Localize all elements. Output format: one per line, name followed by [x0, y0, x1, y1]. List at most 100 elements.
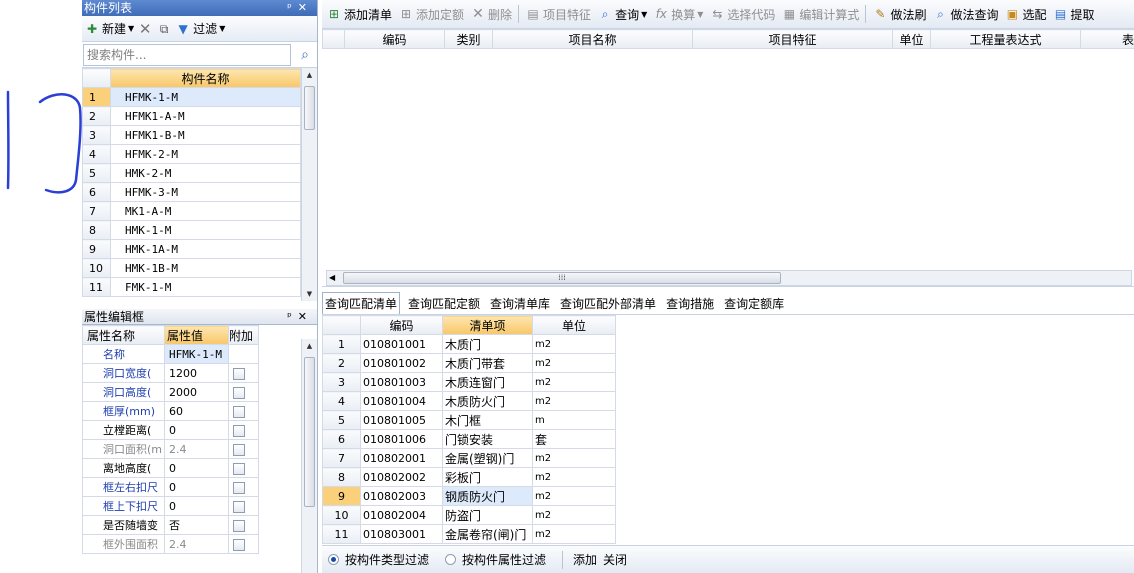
close-icon[interactable]: ✕ [298, 310, 313, 323]
attach-checkbox[interactable] [233, 500, 245, 513]
component-list-scrollbar[interactable]: ▲ ▼ [301, 68, 317, 301]
table-row[interactable]: 10 HMK-1B-M [82, 258, 301, 278]
list-item-header[interactable]: 清单项 [442, 315, 533, 335]
table-row[interactable]: 4 HFMK-2-M [82, 144, 301, 164]
table-row[interactable]: 11 FMK-1-M [82, 277, 301, 297]
filter-by-attr-radio[interactable] [445, 554, 457, 565]
list-unit[interactable]: m2 [532, 372, 616, 392]
property-row[interactable]: 框左右扣尺 0 [82, 477, 301, 497]
method-query-button[interactable]: ⌕ 做法查询 [932, 6, 998, 23]
property-value[interactable]: 0 [164, 477, 229, 497]
column-header[interactable]: 工程量表达式 [930, 29, 1081, 49]
component-name[interactable]: HMK-1A-M [110, 239, 301, 259]
component-name[interactable]: HFMK-3-M [110, 182, 301, 202]
scroll-down-icon[interactable]: ▼ [302, 287, 317, 301]
property-value[interactable]: 0 [164, 496, 229, 516]
attach-checkbox[interactable] [233, 405, 245, 418]
column-header[interactable]: 项目名称 [492, 29, 693, 49]
list-unit[interactable]: m2 [532, 391, 616, 411]
table-row[interactable]: 9 010802003 钢质防火门 m2 [322, 486, 616, 506]
table-row[interactable]: 3 HFMK1-B-M [82, 125, 301, 145]
attach-checkbox[interactable] [233, 367, 245, 380]
list-unit[interactable]: m2 [532, 486, 616, 506]
property-row[interactable]: 是否随墙变否 [82, 515, 301, 535]
query-button[interactable]: ⌕ 查询 ▼ [597, 6, 648, 23]
new-button[interactable]: ✚ 新建 ▼ [84, 20, 134, 37]
filter-by-type-radio[interactable] [328, 554, 339, 565]
table-row[interactable]: 6 HFMK-3-M [82, 182, 301, 202]
list-code[interactable]: 010801003 [360, 372, 443, 392]
list-item-name[interactable]: 金属(塑钢)门 [442, 448, 533, 468]
list-code[interactable]: 010801001 [360, 334, 443, 354]
attach-checkbox[interactable] [233, 519, 245, 532]
table-row[interactable]: 3 010801003 木质连窗门 m2 [322, 372, 616, 392]
scrollbar-thumb[interactable]: ⁞⁞⁞ [343, 272, 781, 284]
filter-button[interactable]: ▼ 过滤 ▼ [175, 20, 226, 37]
attach-checkbox[interactable] [233, 386, 245, 399]
horizontal-scrollbar[interactable]: ◀ ⁞⁞⁞ [326, 270, 1132, 286]
scrollbar-thumb[interactable] [304, 357, 315, 507]
component-name[interactable]: HMK-1-M [110, 220, 301, 240]
column-header[interactable]: 类别 [444, 29, 493, 49]
table-row[interactable]: 2 010801002 木质门带套 m2 [322, 353, 616, 373]
tab-match-quota[interactable]: 查询匹配定额 [406, 293, 482, 314]
copy-component-button[interactable]: ⧉ [156, 21, 172, 37]
table-row[interactable]: 5 010801005 木门框 m [322, 410, 616, 430]
property-value[interactable]: 否 [164, 515, 229, 535]
table-row[interactable]: 8 010802002 彩板门 m2 [322, 467, 616, 487]
component-name[interactable]: HFMK1-B-M [110, 125, 301, 145]
table-row[interactable]: 1 HFMK-1-M [82, 87, 301, 107]
attach-checkbox[interactable] [233, 538, 245, 551]
list-item-name[interactable]: 金属卷帘(闸)门 [442, 524, 533, 544]
table-row[interactable]: 1 010801001 木质门 m2 [322, 334, 616, 354]
list-item-name[interactable]: 木质门 [442, 334, 533, 354]
list-code[interactable]: 010803001 [360, 524, 443, 544]
edit-formula-button[interactable]: ▦ 编辑计算式 [781, 6, 860, 23]
component-name[interactable]: HMK-1B-M [110, 258, 301, 278]
table-row[interactable]: 9 HMK-1A-M [82, 239, 301, 259]
column-header[interactable]: 项目特征 [692, 29, 893, 49]
list-item-name[interactable]: 木门框 [442, 410, 533, 430]
column-header[interactable]: 表 [1080, 29, 1134, 49]
property-row[interactable]: 框厚(mm) 60 [82, 401, 301, 421]
property-row[interactable]: 名称 HFMK-1-M [82, 344, 301, 364]
column-header[interactable]: 编码 [344, 29, 445, 49]
list-unit[interactable]: m [532, 410, 616, 430]
list-unit[interactable]: m2 [532, 524, 616, 544]
list-unit[interactable]: m2 [532, 448, 616, 468]
property-row[interactable]: 洞口面积(m 2.4 [82, 439, 301, 459]
pin-icon[interactable]: ᵖ [287, 310, 298, 323]
list-code[interactable]: 010801002 [360, 353, 443, 373]
property-value[interactable]: 1200 [164, 363, 229, 383]
column-header[interactable]: 单位 [892, 29, 931, 49]
list-unit[interactable]: m2 [532, 334, 616, 354]
add-quota-button[interactable]: ⊞ 添加定额 [398, 6, 464, 23]
select-code-button[interactable]: ⇆ 选择代码 [709, 6, 775, 23]
table-row[interactable]: 5 HMK-2-M [82, 163, 301, 183]
property-row[interactable]: 洞口宽度(1200 [82, 363, 301, 383]
table-row[interactable]: 7 MK1-A-M [82, 201, 301, 221]
list-code[interactable]: 010802001 [360, 448, 443, 468]
list-code[interactable]: 010801005 [360, 410, 443, 430]
filter-by-attr-label[interactable]: 按构件属性过滤 [462, 551, 546, 568]
close-button[interactable]: 关闭 [603, 551, 627, 568]
component-name[interactable]: HFMK1-A-M [110, 106, 301, 126]
table-row[interactable]: 4 010801004 木质防火门 m2 [322, 391, 616, 411]
scrollbar-thumb[interactable] [304, 86, 315, 130]
method-brush-button[interactable]: ✎ 做法刷 [872, 6, 926, 23]
attach-checkbox[interactable] [233, 424, 245, 437]
list-item-name[interactable]: 防盗门 [442, 505, 533, 525]
item-feature-button[interactable]: ▤ 项目特征 [525, 6, 591, 23]
list-unit[interactable]: 套 [532, 429, 616, 449]
add-button[interactable]: 添加 [573, 551, 597, 568]
list-code[interactable]: 010802004 [360, 505, 443, 525]
property-scrollbar[interactable]: ▲ [301, 339, 317, 573]
list-item-name[interactable]: 门锁安装 [442, 429, 533, 449]
search-icon[interactable]: ⌕ [294, 44, 316, 66]
scroll-up-icon[interactable]: ▲ [302, 339, 317, 353]
table-row[interactable]: 10 010802004 防盗门 m2 [322, 505, 616, 525]
tab-quota-library[interactable]: 查询定额库 [722, 293, 786, 314]
attach-checkbox[interactable] [233, 462, 245, 475]
component-name-header[interactable]: 构件名称 [110, 68, 301, 88]
select-match-button[interactable]: ▣ 选配 [1004, 6, 1047, 23]
